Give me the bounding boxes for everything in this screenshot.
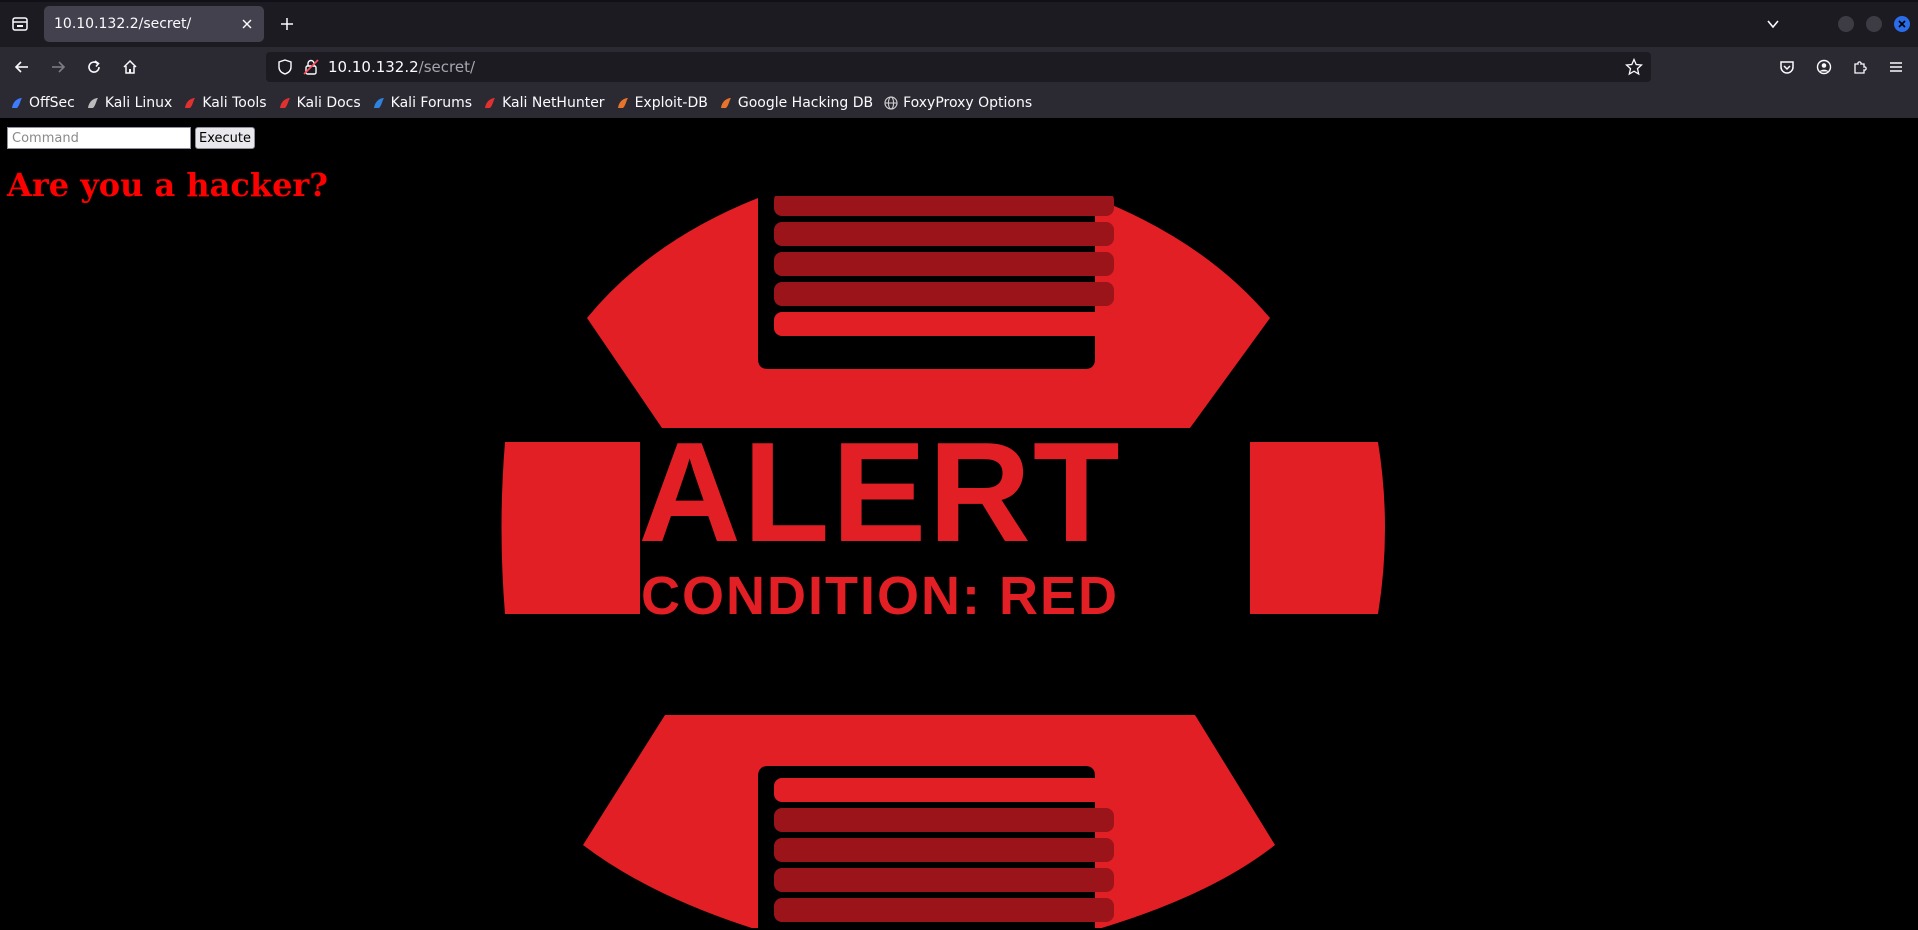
- list-all-tabs-button[interactable]: [1762, 13, 1784, 35]
- alert-word: ALERT: [638, 413, 1121, 572]
- logo-stripe-upper: [774, 252, 1114, 276]
- exploit-db-icon: [616, 96, 630, 110]
- bookmark-item[interactable]: Exploit-DB: [616, 95, 708, 111]
- back-button[interactable]: [10, 55, 34, 79]
- firefox-view-icon: [12, 17, 28, 31]
- kali-nethunter-icon: [483, 96, 497, 110]
- bookmarks-toolbar: OffSec Kali Linux Kali Tools Kali Docs Kali …: [0, 87, 1918, 118]
- command-input[interactable]: [7, 127, 191, 149]
- bookmark-label: Exploit-DB: [634, 94, 708, 111]
- account-icon: [1816, 59, 1832, 75]
- alert-condition-red-image: ALERT CONDITION: RED: [501, 196, 1385, 928]
- reload-button[interactable]: [82, 55, 106, 79]
- page-content: Execute Are you a hacker? ALERT CONDITIO…: [0, 118, 1918, 930]
- firefox-view-button[interactable]: [8, 12, 32, 36]
- url-bar[interactable]: 10.10.132.2/secret/: [266, 52, 1651, 82]
- new-tab-button[interactable]: [276, 13, 298, 35]
- tab-strip: 10.10.132.2/secret/: [0, 0, 1918, 47]
- close-icon: [1898, 20, 1906, 28]
- logo-stripe-upper: [774, 312, 1114, 336]
- account-button[interactable]: [1812, 55, 1836, 79]
- shield-icon[interactable]: [276, 58, 294, 76]
- ghdb-icon: [719, 96, 733, 110]
- navigation-toolbar: 10.10.132.2/secret/: [0, 47, 1918, 87]
- logo-stripe-lower: [774, 778, 1114, 802]
- tab-close-button[interactable]: [238, 15, 256, 33]
- kali-tools-icon: [183, 96, 197, 110]
- bookmark-item[interactable]: Kali Tools: [183, 94, 267, 111]
- close-icon: [242, 19, 252, 29]
- home-icon: [123, 59, 137, 74]
- bookmark-item[interactable]: Kali Linux: [86, 95, 172, 111]
- maximize-button[interactable]: [1866, 16, 1882, 32]
- kali-docs-icon: [278, 96, 292, 110]
- pocket-icon: [1780, 61, 1794, 74]
- tab-title: 10.10.132.2/secret/: [54, 16, 192, 32]
- logo-stripe-upper: [774, 222, 1114, 246]
- bookmark-label: FoxyProxy Options: [903, 94, 1033, 111]
- chevron-down-icon: [1767, 20, 1779, 29]
- bookmark-label: Kali Forums: [390, 94, 473, 111]
- lock-insecure-icon[interactable]: [302, 58, 320, 76]
- puzzle-icon: [1854, 61, 1867, 74]
- arrow-left-icon: [14, 61, 28, 73]
- bookmark-item[interactable]: OffSec: [10, 95, 75, 111]
- logo-stripe-upper: [774, 196, 1114, 216]
- kali-forums-icon: [372, 96, 386, 110]
- logo-right-block: [1250, 442, 1385, 614]
- hamburger-menu-icon: [1890, 62, 1902, 72]
- logo-stripe-lower: [774, 868, 1114, 892]
- offsec-icon: [10, 96, 24, 110]
- menu-button[interactable]: [1884, 55, 1908, 79]
- execute-button[interactable]: Execute: [195, 127, 255, 149]
- arrow-right-icon: [52, 61, 66, 73]
- bookmark-item[interactable]: Kali Docs: [278, 95, 361, 111]
- bookmark-label: Kali Docs: [296, 94, 361, 111]
- bookmark-star-icon[interactable]: [1625, 58, 1643, 76]
- bookmark-item[interactable]: Google Hacking DB: [719, 95, 873, 111]
- kali-dragon-icon: [86, 96, 100, 110]
- logo-left-block: [501, 442, 640, 614]
- extensions-button[interactable]: [1848, 55, 1872, 79]
- url-text[interactable]: 10.10.132.2/secret/: [328, 58, 475, 76]
- tab-strip-top-border: [0, 0, 1918, 2]
- logo-stripe-lower: [774, 838, 1114, 862]
- minimize-button[interactable]: [1838, 16, 1854, 32]
- url-path: /secret/: [418, 58, 476, 76]
- globe-icon: [884, 95, 898, 110]
- window-close-button[interactable]: [1894, 16, 1910, 32]
- logo-stripe-lower: [774, 808, 1114, 832]
- page-headline: Are you a hacker?: [7, 166, 329, 204]
- bookmark-label: Kali Tools: [202, 94, 267, 111]
- alert-subtitle: CONDITION: RED: [641, 566, 1119, 626]
- bookmark-label: Kali NetHunter: [502, 94, 605, 111]
- tab-active[interactable]: 10.10.132.2/secret/: [44, 6, 264, 42]
- forward-button[interactable]: [46, 55, 70, 79]
- bookmark-item[interactable]: Kali NetHunter: [483, 94, 605, 111]
- logo-stripe-lower: [774, 898, 1114, 922]
- url-host: 10.10.132.2: [328, 58, 419, 76]
- bookmark-item[interactable]: Kali Forums: [372, 95, 472, 111]
- bookmark-label: Google Hacking DB: [737, 94, 874, 111]
- bookmark-label: Kali Linux: [104, 94, 173, 111]
- pocket-button[interactable]: [1775, 55, 1799, 79]
- plus-icon: [281, 18, 293, 30]
- bookmark-label: OffSec: [29, 94, 75, 111]
- home-button[interactable]: [118, 55, 142, 79]
- logo-stripe-upper: [774, 282, 1114, 306]
- bookmark-item[interactable]: FoxyProxy Options: [884, 95, 1032, 111]
- reload-icon: [88, 60, 100, 73]
